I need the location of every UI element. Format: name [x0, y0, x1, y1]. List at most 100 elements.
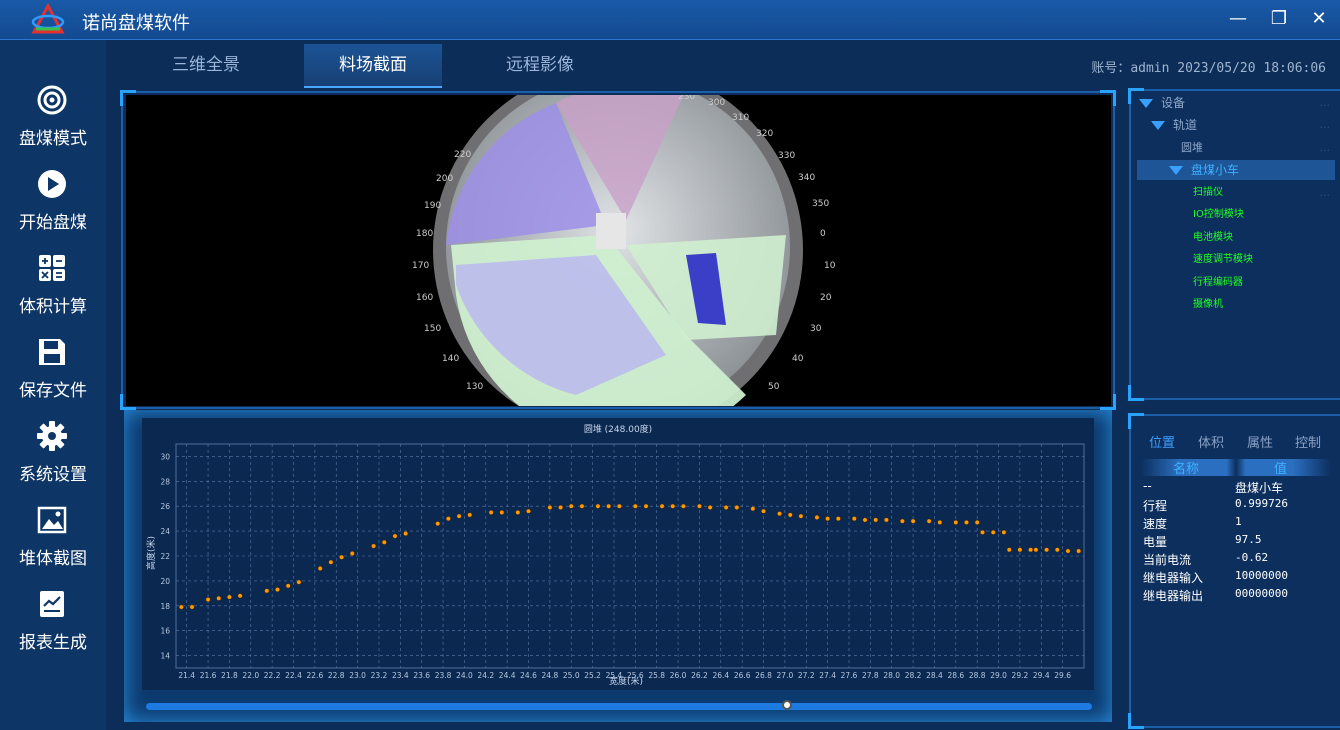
tree-node-pile[interactable]: 圆堆 ... — [1131, 138, 1336, 158]
data-point — [1076, 548, 1082, 554]
data-point — [1017, 547, 1023, 553]
data-point — [467, 512, 473, 518]
sidebar-item-start[interactable]: 开始盘煤 — [0, 168, 106, 248]
tree-node-module[interactable]: 扫描仪 ... — [1131, 183, 1336, 203]
compass-label: 20 — [820, 293, 832, 303]
x-tick-label: 26.6 — [734, 671, 751, 680]
data-point — [178, 604, 184, 610]
data-point — [980, 529, 985, 535]
3d-yard-viewer[interactable]: 300 310 320 330 340 350 0 10 20 30 40 50… — [126, 95, 1111, 406]
sidebar-item-label: 报表生成 — [19, 633, 87, 653]
data-point — [777, 511, 783, 517]
data-point — [1054, 547, 1060, 553]
prop-tab-attributes[interactable]: 属性 — [1247, 432, 1273, 451]
tree-label: 盘煤小车 — [1191, 163, 1240, 177]
data-point — [680, 503, 686, 509]
sidebar-item-settings[interactable]: 系统设置 — [0, 420, 106, 500]
sidebar-item-screenshot[interactable]: 堆体截图 — [0, 504, 106, 584]
x-tick-label: 25.4 — [606, 671, 623, 680]
tree-node-module[interactable]: 电池模块 — [1131, 228, 1336, 248]
x-tick-label: 27.8 — [862, 671, 879, 680]
data-point — [216, 595, 222, 601]
sidebar-item-label: 体积计算 — [19, 297, 87, 317]
data-point — [798, 513, 804, 519]
data-point — [568, 503, 574, 509]
slider-handle[interactable] — [782, 700, 792, 710]
tree-node-module[interactable]: IO控制模块 — [1131, 205, 1336, 225]
x-tick-label: 22.6 — [307, 671, 324, 680]
tree-node-module[interactable]: 行程编码器 — [1131, 273, 1336, 293]
x-tick-label: 24.2 — [477, 671, 494, 680]
prop-tab-control[interactable]: 控制 — [1295, 432, 1321, 451]
x-tick-label: 23.0 — [349, 671, 366, 680]
x-tick-label: 23.2 — [371, 671, 388, 680]
prop-tab-position[interactable]: 位置 — [1149, 432, 1175, 451]
data-point — [403, 531, 409, 537]
yard-scan-render: 300 310 320 330 340 350 0 10 20 30 40 50… — [412, 95, 836, 406]
tree-node-coal-car[interactable]: 盘煤小车 ... — [1137, 160, 1335, 180]
prop-table-header: 名称 值 — [1141, 459, 1331, 477]
expand-arrow-icon — [1169, 166, 1183, 175]
prop-row: 电量 97.5 — [1143, 533, 1262, 549]
y-tick-label: 30 — [160, 452, 170, 461]
x-tick-label: 22.8 — [328, 671, 345, 680]
tree-node-devices[interactable]: 设备 ... — [1131, 93, 1336, 113]
compass-label: 0 — [820, 229, 826, 239]
x-tick-label: 22.2 — [264, 671, 281, 680]
tree-node-track[interactable]: 轨道 ... — [1131, 115, 1336, 135]
title-bar: 诺尚盘煤软件 — ❐ ✕ — [0, 0, 1340, 40]
data-point — [723, 505, 729, 510]
data-point — [264, 588, 270, 594]
tab-yard-section[interactable]: 料场截面 — [304, 44, 442, 88]
compass-label: 220 — [454, 150, 471, 160]
prop-tab-volume[interactable]: 体积 — [1198, 432, 1224, 451]
sidebar-item-label: 盘煤模式 — [19, 129, 87, 149]
x-tick-label: 24.4 — [499, 671, 516, 680]
x-tick-label: 27.6 — [841, 671, 858, 680]
minimize-button[interactable]: — — [1224, 6, 1252, 32]
data-point — [953, 519, 959, 525]
compass-label: 180 — [416, 229, 433, 239]
tree-node-module[interactable]: 速度调节模块 — [1131, 250, 1336, 270]
sidebar-item-report[interactable]: 报表生成 — [0, 588, 106, 668]
x-tick-label: 23.4 — [392, 671, 409, 680]
tab-3d-panorama[interactable]: 三维全景 — [136, 44, 276, 88]
sidebar-item-save[interactable]: 保存文件 — [0, 336, 106, 416]
x-tick-label: 22.0 — [242, 671, 259, 680]
compass-label: 40 — [792, 354, 804, 364]
gear-icon — [37, 421, 67, 451]
app-title: 诺尚盘煤软件 — [82, 13, 190, 34]
data-point — [488, 509, 494, 515]
data-point — [851, 516, 857, 522]
data-point — [974, 519, 980, 525]
maximize-button[interactable]: ❐ — [1265, 6, 1293, 32]
x-tick-label: 25.8 — [648, 671, 665, 680]
data-point — [595, 503, 601, 509]
data-point — [515, 509, 521, 515]
data-point — [750, 506, 756, 512]
sidebar-item-volume[interactable]: 体积计算 — [0, 252, 106, 332]
tree-label: 扫描仪 — [1193, 187, 1223, 198]
tree-node-module[interactable]: 摄像机 — [1131, 295, 1336, 315]
x-tick-label: 28.4 — [926, 671, 943, 680]
image-icon — [37, 506, 67, 534]
data-point — [937, 519, 943, 525]
x-tick-label: 25.6 — [627, 671, 644, 680]
sidebar-item-coal-mode[interactable]: 盘煤模式 — [0, 84, 106, 164]
compass-label: 300 — [708, 98, 725, 108]
data-point — [1033, 547, 1039, 553]
calculator-icon — [39, 255, 65, 281]
more-icon: ... — [1319, 118, 1331, 131]
y-tick-label: 24 — [160, 527, 170, 536]
tab-remote-video[interactable]: 远程影像 — [470, 44, 610, 88]
close-button[interactable]: ✕ — [1305, 6, 1333, 32]
data-point — [707, 505, 713, 510]
compass-label: 310 — [732, 113, 749, 123]
data-point — [547, 505, 553, 510]
x-tick-label: 27.0 — [777, 671, 794, 680]
y-tick-label: 28 — [160, 477, 170, 486]
x-tick-label: 28.2 — [905, 671, 922, 680]
data-point — [1044, 547, 1050, 553]
section-angle-slider[interactable] — [146, 703, 1092, 710]
prop-row: 当前电流 -0.62 — [1143, 551, 1269, 567]
